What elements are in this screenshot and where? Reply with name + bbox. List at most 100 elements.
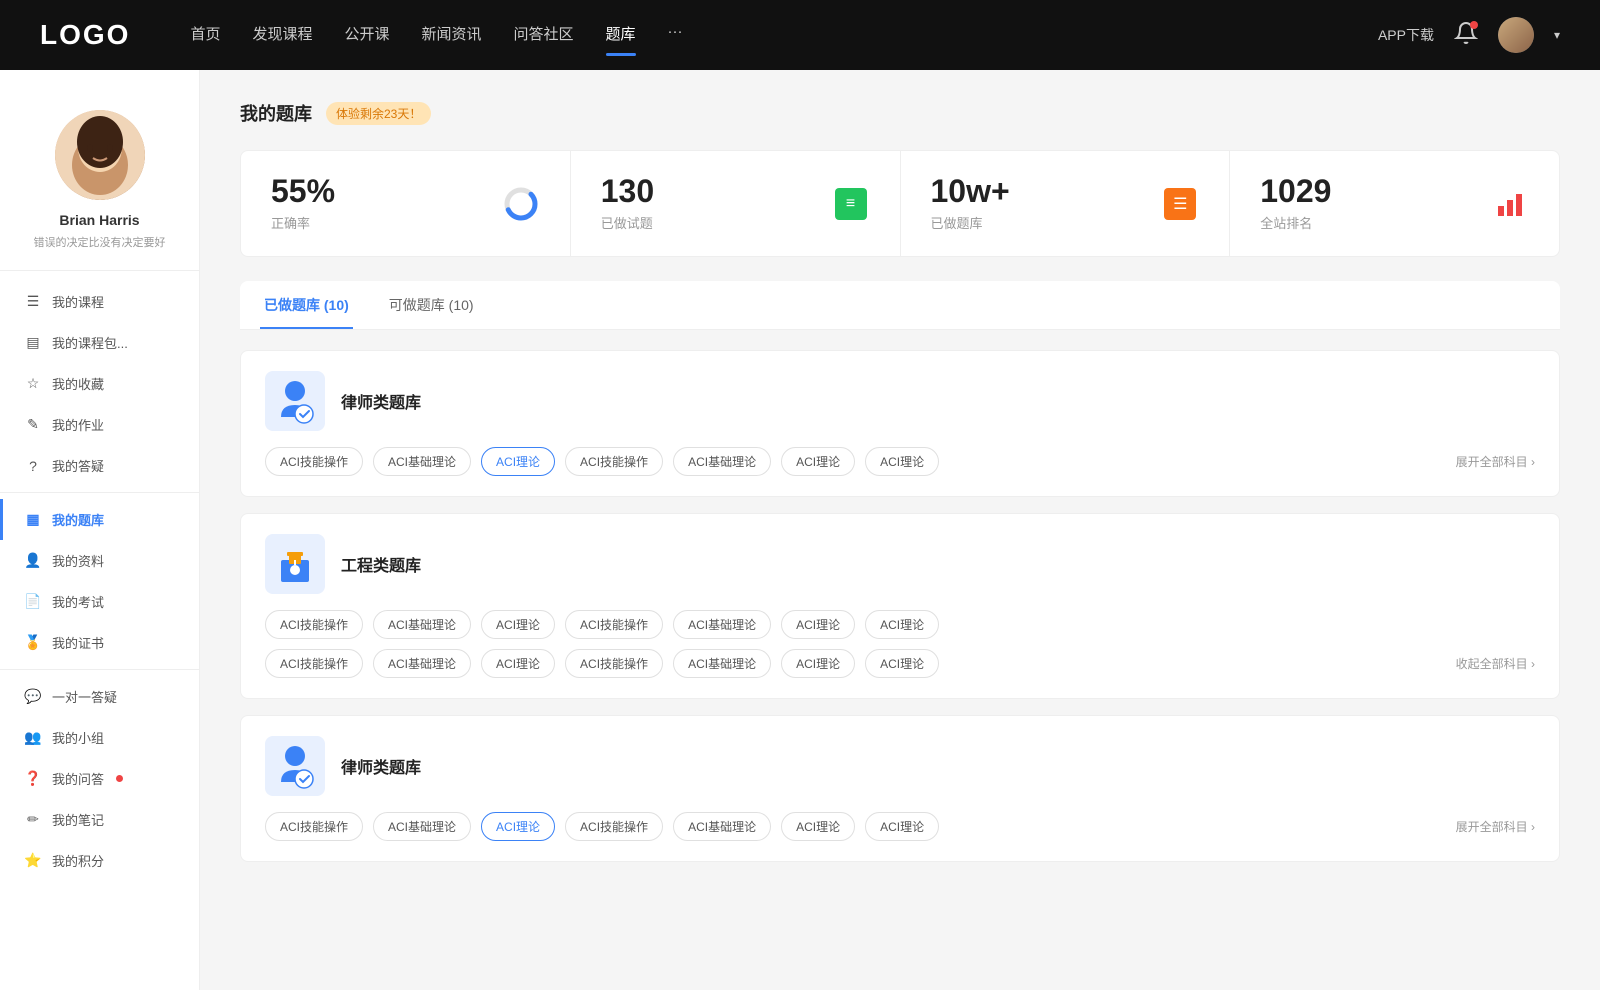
nav-link-news[interactable]: 新闻资讯 xyxy=(422,23,482,48)
tag[interactable]: ACI技能操作 xyxy=(265,447,363,476)
sidebar-item-exam-label: 我的考试 xyxy=(52,592,104,611)
stat-done-questions-icon: ≡ xyxy=(832,185,870,223)
tag[interactable]: ACI基础理论 xyxy=(373,649,471,678)
stat-accuracy-values: 55% 正确率 xyxy=(271,175,486,232)
sidebar-item-homework[interactable]: ✎ 我的作业 xyxy=(0,404,199,445)
tag[interactable]: ACI理论 xyxy=(781,447,855,476)
bank-section-lawyer-1: 律师类题库 ACI技能操作 ACI基础理论 ACI理论 ACI技能操作 ACI基… xyxy=(240,350,1560,497)
tags-row-engineer-1: ACI技能操作 ACI基础理论 ACI理论 ACI技能操作 ACI基础理论 AC… xyxy=(265,610,1535,639)
bank-header-lawyer-2: 律师类题库 xyxy=(265,736,1535,796)
sidebar-item-package[interactable]: ▤ 我的课程包... xyxy=(0,322,199,363)
nav-link-more[interactable]: ··· xyxy=(668,23,683,48)
stat-rank-values: 1029 全站排名 xyxy=(1260,175,1475,232)
bank-header-engineer: 工程类题库 xyxy=(265,534,1535,594)
nav-link-open[interactable]: 公开课 xyxy=(344,23,389,48)
stat-done-questions: 130 已做试题 ≡ xyxy=(571,151,901,256)
tag[interactable]: ACI技能操作 xyxy=(565,610,663,639)
tag[interactable]: ACI理论 xyxy=(865,812,939,841)
nav-link-home[interactable]: 首页 xyxy=(190,23,220,48)
bank-title-engineer: 工程类题库 xyxy=(341,552,421,576)
stat-rank-icon xyxy=(1491,185,1529,223)
tag[interactable]: ACI理论 xyxy=(865,649,939,678)
questions-icon: ? xyxy=(24,458,42,474)
sidebar-item-course[interactable]: ☰ 我的课程 xyxy=(0,281,199,322)
nav-link-qa[interactable]: 问答社区 xyxy=(514,23,574,48)
expand-link-lawyer-2[interactable]: 展开全部科目 › xyxy=(1456,818,1535,835)
tag[interactable]: ACI技能操作 xyxy=(265,812,363,841)
engineer-icon xyxy=(271,540,319,588)
sidebar-menu: ☰ 我的课程 ▤ 我的课程包... ☆ 我的收藏 ✎ 我的作业 ? 我的答疑 ▦ xyxy=(0,281,199,881)
tag[interactable]: ACI基础理论 xyxy=(673,649,771,678)
tag[interactable]: ACI理论 xyxy=(781,610,855,639)
tag[interactable]: ACI理论 xyxy=(865,447,939,476)
sidebar-item-exam[interactable]: 📄 我的考试 xyxy=(0,581,199,622)
bank-section-engineer: 工程类题库 ACI技能操作 ACI基础理论 ACI理论 ACI技能操作 ACI基… xyxy=(240,513,1560,699)
sidebar-avatar xyxy=(55,110,145,200)
tag[interactable]: ACI理论 xyxy=(481,649,555,678)
qa-notification-dot xyxy=(116,775,123,782)
sidebar-item-tutor[interactable]: 💬 一对一答疑 xyxy=(0,676,199,717)
avatar-face xyxy=(55,110,145,200)
page-header: 我的题库 体验剩余23天！ xyxy=(240,100,1560,126)
stat-rank-value: 1029 xyxy=(1260,175,1475,207)
page-title: 我的题库 xyxy=(240,100,312,126)
sidebar-item-course-label: 我的课程 xyxy=(52,292,104,311)
tab-available-banks[interactable]: 可做题库 (10) xyxy=(385,281,478,329)
tag[interactable]: ACI基础理论 xyxy=(373,610,471,639)
sidebar-item-bank[interactable]: ▦ 我的题库 xyxy=(0,499,199,540)
lawyer-icon-2 xyxy=(271,742,319,790)
nav-bell-button[interactable] xyxy=(1454,21,1478,50)
tag[interactable]: ACI基础理论 xyxy=(673,812,771,841)
avatar-svg xyxy=(55,110,145,200)
sidebar-item-profile[interactable]: 👤 我的资料 xyxy=(0,540,199,581)
nav-links: 首页 发现课程 公开课 新闻资讯 问答社区 题库 ··· xyxy=(190,23,1378,48)
bar-chart-icon xyxy=(1496,190,1524,218)
sidebar-username: Brian Harris xyxy=(59,212,139,228)
tags-row-engineer-2: ACI技能操作 ACI基础理论 ACI理论 ACI技能操作 ACI基础理论 AC… xyxy=(265,649,1535,678)
tag[interactable]: ACI技能操作 xyxy=(565,447,663,476)
sidebar-item-cert[interactable]: 🏅 我的证书 xyxy=(0,622,199,663)
tab-done-banks[interactable]: 已做题库 (10) xyxy=(260,281,353,329)
bank-icon: ▦ xyxy=(24,511,42,528)
sidebar-item-questions[interactable]: ? 我的答疑 xyxy=(0,445,199,486)
stat-accuracy-icon xyxy=(502,185,540,223)
nav-app-download[interactable]: APP下载 xyxy=(1378,25,1434,45)
sidebar-divider-2 xyxy=(0,669,199,670)
sidebar-divider-1 xyxy=(0,492,199,493)
tag[interactable]: ACI技能操作 xyxy=(265,649,363,678)
tag[interactable]: ACI技能操作 xyxy=(565,812,663,841)
nav-avatar[interactable] xyxy=(1498,17,1534,53)
tag[interactable]: ACI基础理论 xyxy=(673,610,771,639)
tag[interactable]: ACI基础理论 xyxy=(673,447,771,476)
tag[interactable]: ACI基础理论 xyxy=(373,447,471,476)
nav-link-bank[interactable]: 题库 xyxy=(606,23,636,48)
stat-accuracy: 55% 正确率 xyxy=(241,151,571,256)
tag[interactable]: ACI理论 xyxy=(481,610,555,639)
tag[interactable]: ACI理论 xyxy=(781,812,855,841)
nav-dropdown-arrow[interactable]: ▾ xyxy=(1554,28,1560,42)
sidebar-item-package-label: 我的课程包... xyxy=(52,333,128,352)
page-layout: Brian Harris 错误的决定比没有决定要好 ☰ 我的课程 ▤ 我的课程包… xyxy=(0,70,1600,990)
sidebar-item-favorites[interactable]: ☆ 我的收藏 xyxy=(0,363,199,404)
expand-link-lawyer-1[interactable]: 展开全部科目 › xyxy=(1456,453,1535,470)
bank-icon-engineer xyxy=(265,534,325,594)
tag-selected[interactable]: ACI理论 xyxy=(481,447,555,476)
sidebar-item-points[interactable]: ⭐ 我的积分 xyxy=(0,840,199,881)
sidebar-item-qa[interactable]: ❓ 我的问答 xyxy=(0,758,199,799)
collapse-link-engineer[interactable]: 收起全部科目 › xyxy=(1456,655,1535,672)
course-icon: ☰ xyxy=(24,293,42,310)
bank-icon-lawyer-2 xyxy=(265,736,325,796)
sidebar-item-notes[interactable]: ✏ 我的笔记 xyxy=(0,799,199,840)
sidebar-item-group[interactable]: 👥 我的小组 xyxy=(0,717,199,758)
tag[interactable]: ACI理论 xyxy=(865,610,939,639)
bank-section-lawyer-2: 律师类题库 ACI技能操作 ACI基础理论 ACI理论 ACI技能操作 ACI基… xyxy=(240,715,1560,862)
nav-link-discover[interactable]: 发现课程 xyxy=(252,23,312,48)
sidebar-item-homework-label: 我的作业 xyxy=(52,415,104,434)
red-chart-icon xyxy=(1494,188,1526,220)
tag-selected[interactable]: ACI理论 xyxy=(481,812,555,841)
tabs-row: 已做题库 (10) 可做题库 (10) xyxy=(240,281,1560,330)
tag[interactable]: ACI技能操作 xyxy=(265,610,363,639)
tag[interactable]: ACI理论 xyxy=(781,649,855,678)
tag[interactable]: ACI技能操作 xyxy=(565,649,663,678)
tag[interactable]: ACI基础理论 xyxy=(373,812,471,841)
